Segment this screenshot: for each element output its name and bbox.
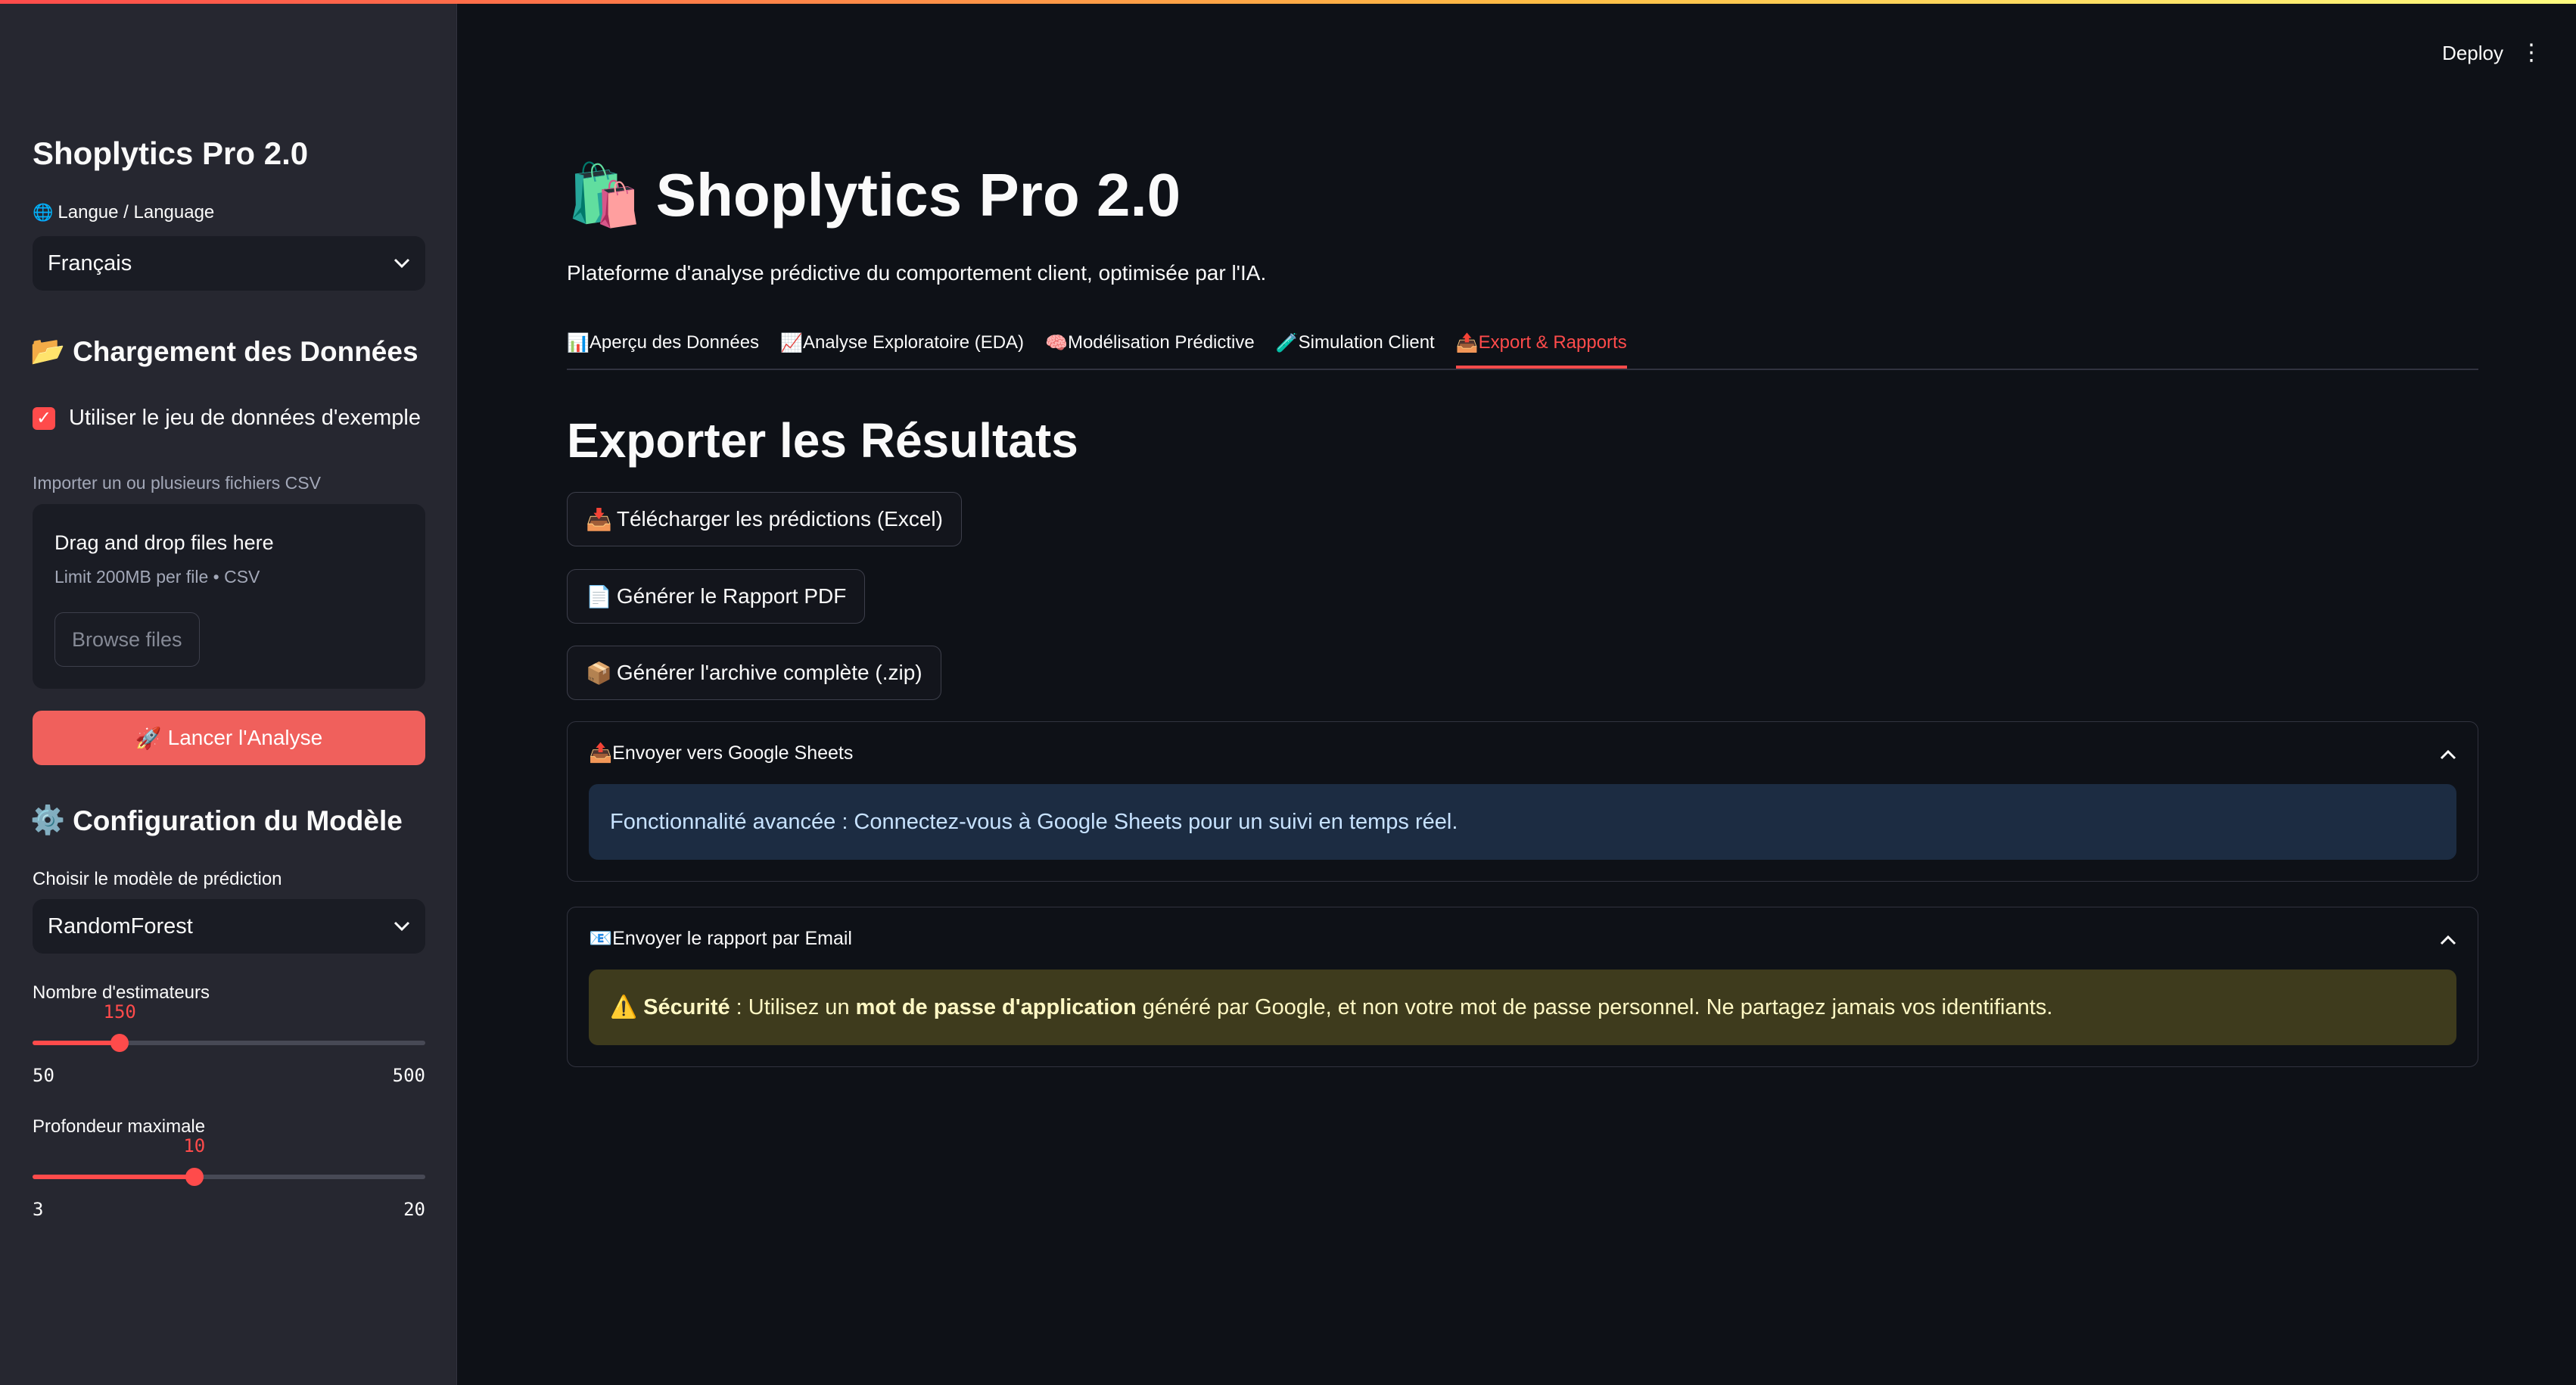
page-title-text: Shoplytics Pro 2.0 [655, 161, 1181, 229]
rocket-icon: 🚀 [135, 726, 162, 750]
checkmark-icon: ✓ [33, 406, 55, 430]
chevron-down-icon [394, 916, 410, 937]
chevron-up-icon [2440, 926, 2456, 951]
language-label-text: Langue / Language [58, 202, 215, 223]
data-section-title: 📂 Chargement des Données [30, 335, 418, 368]
sidebar: Shoplytics Pro 2.0 🌐 Langue / Language F… [0, 4, 457, 1385]
depth-range: 3 20 [33, 1199, 425, 1220]
upload-label: Importer un ou plusieurs fichiers CSV [33, 473, 321, 493]
shopping-bags-icon: 🛍️ [567, 161, 642, 229]
tab-export[interactable]: 📤 Export & Rapports [1455, 325, 1627, 369]
data-section-title-text: Chargement des Données [73, 335, 418, 367]
tab-data-overview[interactable]: 📊 Aperçu des Données [567, 325, 759, 369]
generate-zip-button[interactable]: 📦 Générer l'archive complète (.zip) [567, 646, 941, 700]
package-icon: 📦 [586, 661, 612, 685]
depth-label: Profondeur maximale [33, 1116, 206, 1137]
slider-value: 150 [103, 1001, 136, 1022]
warning-icon: ⚠️ [610, 995, 638, 1019]
deploy-button[interactable]: Deploy [2442, 42, 2503, 65]
slider-value: 10 [183, 1135, 206, 1156]
slider-thumb[interactable] [110, 1034, 129, 1052]
email-icon: 📧 [589, 927, 613, 949]
slider-min: 3 [33, 1199, 44, 1220]
tab-label: Simulation Client [1298, 332, 1435, 353]
button-label: Générer le Rapport PDF [616, 584, 847, 608]
language-select-value: Français [48, 251, 132, 275]
gear-icon: ⚙️ [30, 805, 66, 836]
tab-label: Export & Rapports [1478, 332, 1627, 353]
warning-bold-security: Sécurité [643, 994, 730, 1019]
browse-files-button[interactable]: Browse files [54, 612, 200, 667]
page-title: 🛍️ Shoplytics Pro 2.0 [567, 160, 1181, 231]
page-subtitle: Plateforme d'analyse prédictive du compo… [567, 261, 1267, 285]
slider-fill [33, 1041, 120, 1045]
use-sample-checkbox[interactable]: ✓ Utiliser le jeu de données d'exemple [33, 406, 421, 431]
more-menu-icon[interactable]: ⋮ [2520, 42, 2543, 64]
model-select[interactable]: RandomForest [33, 899, 425, 954]
model-section-title: ⚙️ Configuration du Modèle [30, 805, 403, 837]
line-chart-icon: 📈 [780, 333, 803, 353]
expander-header[interactable]: 📤 Envoyer vers Google Sheets [568, 722, 2478, 784]
generate-pdf-button[interactable]: 📄 Générer le Rapport PDF [567, 569, 866, 624]
chevron-up-icon [2440, 741, 2456, 765]
chevron-down-icon [394, 253, 410, 274]
dropzone-limit: Limit 200MB per file • CSV [54, 567, 260, 587]
google-sheets-expander: 📤 Envoyer vers Google Sheets Fonctionnal… [567, 721, 2478, 882]
expander-title: Envoyer le rapport par Email [612, 927, 852, 949]
tab-simulation[interactable]: 🧪 Simulation Client [1276, 325, 1435, 369]
depth-slider[interactable]: 10 [33, 1135, 425, 1186]
outbox-icon: 📤 [1455, 333, 1479, 353]
dropzone-title: Drag and drop files here [54, 531, 274, 554]
language-label: 🌐 Langue / Language [33, 202, 214, 223]
use-sample-label: Utiliser le jeu de données d'exemple [69, 406, 421, 430]
expander-header[interactable]: 📧 Envoyer le rapport par Email [568, 907, 2478, 969]
run-analysis-label: Lancer l'Analyse [167, 726, 323, 749]
model-section-title-text: Configuration du Modèle [73, 805, 403, 836]
tab-label: Aperçu des Données [589, 332, 760, 353]
button-label: Générer l'archive complète (.zip) [616, 661, 922, 684]
bar-chart-icon: 📊 [567, 333, 590, 353]
test-tube-icon: 🧪 [1275, 333, 1299, 353]
run-analysis-button[interactable]: 🚀 Lancer l'Analyse [33, 711, 425, 765]
warning-bold-app-password: mot de passe d'application [855, 994, 1137, 1019]
document-icon: 📄 [586, 584, 612, 608]
language-select[interactable]: Français [33, 236, 425, 291]
download-excel-button[interactable]: 📥 Télécharger les prédictions (Excel) [567, 492, 962, 546]
model-label: Choisir le modèle de prédiction [33, 869, 282, 889]
tab-modeling[interactable]: 🧠 Modélisation Prédictive [1045, 325, 1255, 369]
folder-icon: 📂 [30, 335, 66, 366]
warning-text: généré par Google, et non votre mot de p… [1136, 994, 2053, 1019]
estimators-range: 50 500 [33, 1065, 425, 1086]
file-dropzone[interactable]: Drag and drop files here Limit 200MB per… [33, 504, 425, 689]
estimators-label: Nombre d'estimateurs [33, 982, 210, 1003]
outbox-icon: 📤 [589, 742, 613, 764]
tab-eda[interactable]: 📈 Analyse Exploratoire (EDA) [780, 325, 1024, 369]
slider-thumb[interactable] [185, 1168, 204, 1186]
tab-bar: 📊 Aperçu des Données 📈 Analyse Explorato… [567, 325, 2478, 370]
info-alert: Fonctionnalité avancée : Connectez-vous … [589, 784, 2456, 860]
warning-text: : Utilisez un [730, 994, 856, 1019]
slider-max: 20 [403, 1199, 425, 1220]
inbox-icon: 📥 [586, 507, 612, 531]
expander-title: Envoyer vers Google Sheets [612, 742, 854, 764]
main-content: Deploy ⋮ 🛍️ Shoplytics Pro 2.0 Plateform… [457, 4, 2576, 1385]
slider-max: 500 [392, 1065, 425, 1086]
brain-icon: 🧠 [1045, 333, 1068, 353]
tab-label: Modélisation Prédictive [1067, 332, 1255, 353]
estimators-slider[interactable]: 150 [33, 1001, 425, 1052]
tab-label: Analyse Exploratoire (EDA) [802, 332, 1025, 353]
globe-icon: 🌐 [33, 203, 54, 222]
section-title: Exporter les Résultats [567, 413, 1078, 468]
sidebar-title: Shoplytics Pro 2.0 [33, 135, 309, 171]
model-select-value: RandomForest [48, 913, 193, 938]
warning-alert: ⚠️ Sécurité : Utilisez un mot de passe d… [589, 969, 2456, 1045]
button-label: Télécharger les prédictions (Excel) [616, 507, 943, 531]
slider-fill [33, 1175, 194, 1179]
email-expander: 📧 Envoyer le rapport par Email ⚠️ Sécuri… [567, 907, 2478, 1067]
slider-min: 50 [33, 1065, 54, 1086]
